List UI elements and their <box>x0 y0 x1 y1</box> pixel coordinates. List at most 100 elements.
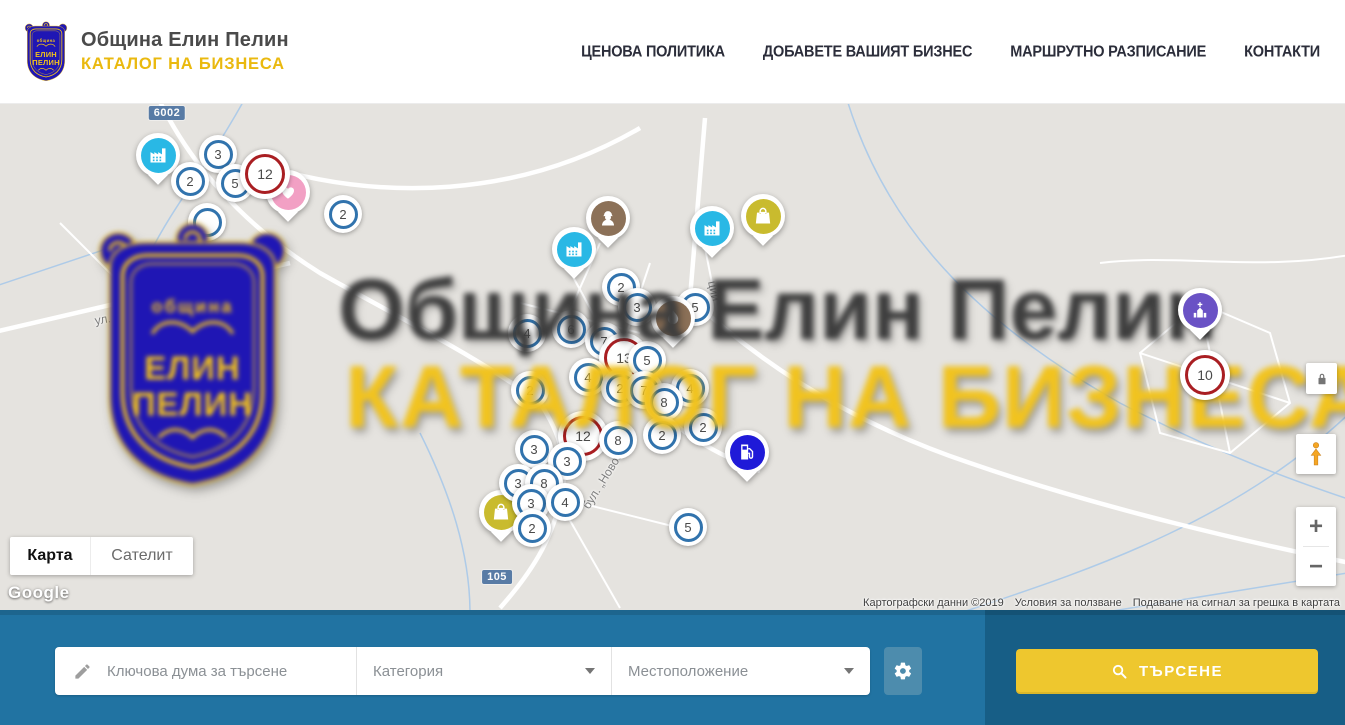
category-dropdown[interactable]: Категория <box>357 647 612 695</box>
cluster-count: 12 <box>257 166 273 182</box>
cluster-marker[interactable]: 4 <box>546 483 584 521</box>
worker-pin[interactable] <box>586 196 630 240</box>
cluster-count: 6 <box>567 322 574 337</box>
svg-text:ЕЛИН: ЕЛИН <box>35 50 57 59</box>
nav-item-route-schedule[interactable]: МАРШРУТНО РАЗПИСАНИЕ <box>1010 43 1206 60</box>
main-nav: ЦЕНОВА ПОЛИТИКА ДОБАВЕТЕ ВАШИЯТ БИЗНЕС М… <box>581 0 1320 103</box>
pencil-icon <box>73 662 92 681</box>
zoom-out-button[interactable]: − <box>1296 547 1336 586</box>
site-subtitle: КАТАЛОГ НА БИЗНЕСА <box>81 55 289 74</box>
search-fields-group: Категория Местоположение <box>55 647 870 695</box>
zoom-in-button[interactable]: + <box>1296 507 1336 546</box>
cluster-count: 4 <box>584 370 591 385</box>
road-shield-label: 6002 <box>149 106 185 120</box>
cluster-marker[interactable]: 2 <box>643 416 681 454</box>
factory-pin[interactable] <box>552 227 596 271</box>
search-button[interactable]: ТЪРСЕНЕ <box>1016 649 1318 694</box>
street-view-pegman-button[interactable] <box>1296 434 1336 474</box>
cluster-count: 12 <box>575 428 591 444</box>
search-bar: Категория Местоположение ТЪРСЕНЕ <box>0 610 1345 725</box>
factory-pin[interactable] <box>690 206 734 250</box>
nav-item-contacts[interactable]: КОНТАКТИ <box>1244 43 1320 60</box>
cluster-count: 5 <box>231 176 238 191</box>
cluster-marker[interactable]: 10 <box>1180 350 1230 400</box>
search-button-label: ТЪРСЕНЕ <box>1139 663 1223 680</box>
site-title-block: Община Елин Пелин КАТАЛОГ НА БИЗНЕСА <box>81 29 289 74</box>
search-icon <box>1111 663 1128 680</box>
chevron-down-icon <box>844 668 854 674</box>
cluster-marker[interactable]: 8 <box>599 421 637 459</box>
cluster-count: 2 <box>186 174 193 189</box>
cluster-count: 4 <box>523 326 530 341</box>
category-dropdown-value: Категория <box>373 663 443 680</box>
flame-pin[interactable] <box>651 296 695 340</box>
lock-button[interactable] <box>1306 363 1337 394</box>
nav-item-add-business[interactable]: ДОБАВЕТЕ ВАШИЯТ БИЗНЕС <box>763 43 972 60</box>
cluster-marker[interactable]: 2 <box>511 371 549 409</box>
keyword-search-input[interactable] <box>105 662 339 681</box>
report-map-error-link[interactable]: Подаване на сигнал за грешка в картата <box>1133 597 1340 609</box>
cluster-count: 10 <box>1197 367 1213 383</box>
cluster-marker[interactable]: 2 <box>684 408 722 446</box>
cluster-marker[interactable]: 5 <box>669 508 707 546</box>
cluster-marker[interactable]: 4 <box>508 314 546 352</box>
zoom-control: + − <box>1296 507 1336 586</box>
lock-icon <box>1315 372 1329 386</box>
cluster-ring <box>193 208 222 237</box>
cluster-count: 8 <box>660 395 667 410</box>
cluster-marker[interactable]: 2 <box>513 509 551 547</box>
map-type-map-button[interactable]: Карта <box>10 537 90 575</box>
cluster-count: 3 <box>633 300 640 315</box>
cluster-count: 4 <box>686 381 693 396</box>
factory-icon <box>141 138 176 173</box>
cluster-count: 2 <box>699 420 706 435</box>
keyword-field-wrap <box>55 647 357 695</box>
advanced-settings-button[interactable] <box>884 647 922 695</box>
cluster-count: 3 <box>563 454 570 469</box>
gear-icon <box>893 661 913 681</box>
cluster-marker[interactable]: 2 <box>324 195 362 233</box>
map-type-toggle: Карта Сателит <box>10 537 193 575</box>
nav-item-pricing[interactable]: ЦЕНОВА ПОЛИТИКА <box>581 43 725 60</box>
factory-icon <box>557 232 592 267</box>
site-title: Община Елин Пелин <box>81 29 289 52</box>
pegman-icon <box>1305 441 1327 467</box>
map-attribution: Картографски данни ©2019 Условия за полз… <box>863 597 1340 609</box>
cluster-count: 2 <box>658 428 665 443</box>
google-logo[interactable]: Google <box>8 583 70 603</box>
site-logo[interactable]: община ЕЛИН ПЕЛИН Община Елин Пелин КАТА… <box>22 19 289 84</box>
cluster-marker[interactable] <box>188 203 226 241</box>
cluster-count: 2 <box>616 381 623 396</box>
cluster-count: 8 <box>614 433 621 448</box>
cluster-count: 2 <box>528 521 535 536</box>
cluster-count: 3 <box>530 442 537 457</box>
terms-of-use-link[interactable]: Условия за ползване <box>1015 597 1122 609</box>
shopping-bag-pin[interactable] <box>741 194 785 238</box>
cluster-marker[interactable]: 12 <box>240 149 290 199</box>
municipality-crest-icon: община ЕЛИН ПЕЛИН <box>22 19 70 84</box>
cluster-count: 3 <box>214 147 221 162</box>
road-shield-label: 105 <box>482 570 512 584</box>
cluster-count: 2 <box>526 383 533 398</box>
flame-icon <box>656 301 691 336</box>
church-icon <box>1183 293 1218 328</box>
factory-icon <box>695 211 730 246</box>
church-pin[interactable] <box>1178 288 1222 332</box>
cluster-marker[interactable]: 2 <box>171 162 209 200</box>
shopping-bag-icon <box>746 199 781 234</box>
location-dropdown-value: Местоположение <box>628 663 748 680</box>
location-dropdown[interactable]: Местоположение <box>612 647 870 695</box>
map-type-satellite-button[interactable]: Сателит <box>90 537 193 575</box>
svg-text:ПЕЛИН: ПЕЛИН <box>32 58 59 67</box>
google-map[interactable]: 6002105ул. Преславбул. „Новоселции 32512… <box>0 103 1345 610</box>
worker-icon <box>591 201 626 236</box>
cluster-count: 5 <box>643 353 650 368</box>
fuel-pin[interactable] <box>725 430 769 474</box>
fuel-icon <box>730 435 765 470</box>
chevron-down-icon <box>585 668 595 674</box>
cluster-count: 2 <box>339 207 346 222</box>
header: община ЕЛИН ПЕЛИН Община Елин Пелин КАТА… <box>0 0 1345 104</box>
svg-text:община: община <box>37 38 56 43</box>
cluster-count: 4 <box>561 495 568 510</box>
cluster-count: 5 <box>684 520 691 535</box>
